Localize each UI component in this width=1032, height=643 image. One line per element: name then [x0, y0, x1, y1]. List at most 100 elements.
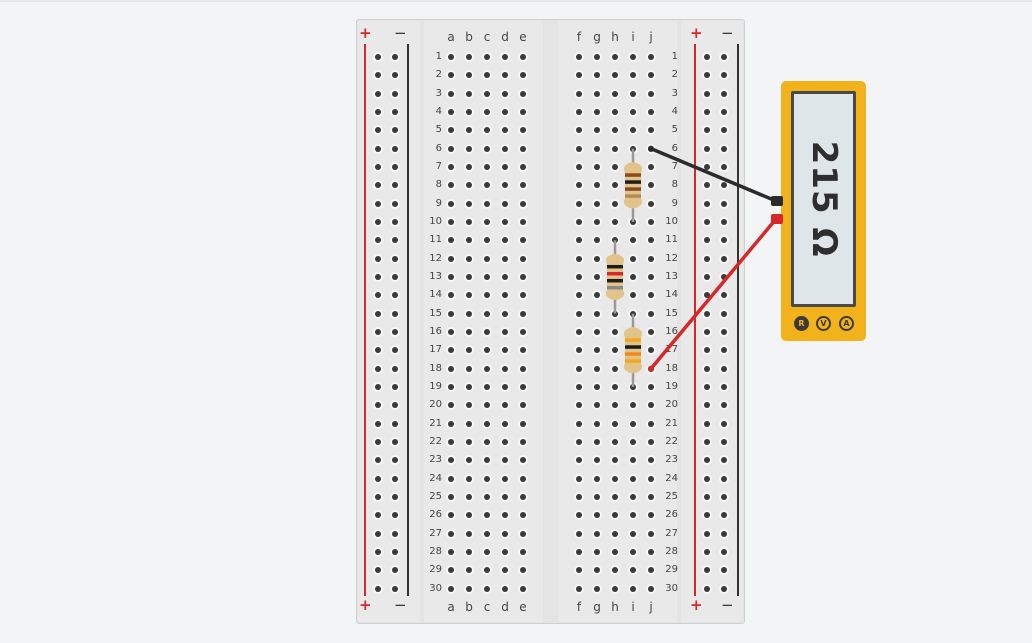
rail-hole[interactable] [721, 328, 727, 335]
rail-hole[interactable] [375, 218, 381, 225]
rail-hole[interactable] [392, 530, 398, 537]
breadboard-hole[interactable] [648, 90, 654, 97]
breadboard-hole[interactable] [484, 493, 490, 500]
breadboard-hole[interactable] [520, 108, 526, 115]
breadboard-hole[interactable] [594, 310, 600, 317]
breadboard-hole[interactable] [484, 585, 490, 592]
rail-hole[interactable] [375, 200, 381, 207]
breadboard-hole[interactable] [594, 585, 600, 592]
breadboard-hole[interactable] [466, 438, 472, 445]
breadboard-hole[interactable] [576, 145, 582, 152]
rail-hole[interactable] [375, 54, 381, 60]
rail-hole[interactable] [721, 420, 727, 427]
rail-hole[interactable] [375, 548, 381, 555]
breadboard-hole[interactable] [612, 163, 618, 170]
breadboard-hole[interactable] [484, 310, 490, 317]
rail-hole[interactable] [392, 310, 398, 317]
rail-hole[interactable] [392, 218, 398, 225]
breadboard-hole[interactable] [448, 383, 454, 390]
breadboard-hole[interactable] [520, 145, 526, 152]
breadboard-hole[interactable] [502, 365, 508, 372]
breadboard-hole[interactable] [594, 108, 600, 115]
breadboard-hole[interactable] [448, 163, 454, 170]
breadboard-hole[interactable] [576, 54, 582, 60]
breadboard-hole[interactable] [466, 530, 472, 537]
breadboard-hole[interactable] [520, 54, 526, 60]
breadboard-hole[interactable] [576, 328, 582, 335]
rail-hole[interactable] [375, 145, 381, 152]
rail-hole[interactable] [392, 200, 398, 207]
breadboard-hole[interactable] [484, 548, 490, 555]
rail-hole[interactable] [704, 530, 710, 537]
breadboard-hole[interactable] [594, 493, 600, 500]
breadboard-hole[interactable] [576, 310, 582, 317]
breadboard-hole[interactable] [648, 475, 654, 482]
rail-hole[interactable] [704, 108, 710, 115]
breadboard-hole[interactable] [484, 365, 490, 372]
breadboard-hole[interactable] [648, 255, 654, 262]
multimeter[interactable]: 215 Ω R V A [781, 81, 866, 341]
breadboard-hole[interactable] [630, 383, 636, 390]
breadboard-hole[interactable] [466, 475, 472, 482]
rail-hole[interactable] [392, 585, 398, 592]
rail-hole[interactable] [721, 273, 727, 280]
rail-hole[interactable] [704, 585, 710, 592]
rail-hole[interactable] [704, 54, 710, 60]
rail-hole[interactable] [721, 493, 727, 500]
breadboard-hole[interactable] [448, 420, 454, 427]
breadboard-hole[interactable] [502, 200, 508, 207]
rail-hole[interactable] [721, 475, 727, 482]
breadboard-hole[interactable] [612, 383, 618, 390]
breadboard-hole[interactable] [630, 273, 636, 280]
breadboard-hole[interactable] [612, 273, 618, 280]
breadboard-hole[interactable] [630, 200, 636, 207]
rail-hole[interactable] [375, 90, 381, 97]
breadboard-hole[interactable] [612, 90, 618, 97]
breadboard-hole[interactable] [576, 475, 582, 482]
breadboard-hole[interactable] [648, 200, 654, 207]
rail-hole[interactable] [375, 475, 381, 482]
breadboard-hole[interactable] [502, 585, 508, 592]
breadboard-hole[interactable] [594, 273, 600, 280]
rail-hole[interactable] [721, 438, 727, 445]
breadboard-hole[interactable] [448, 200, 454, 207]
breadboard-hole[interactable] [648, 328, 654, 335]
rail-hole[interactable] [721, 310, 727, 317]
rail-hole[interactable] [721, 90, 727, 97]
breadboard-hole[interactable] [594, 438, 600, 445]
rail-hole[interactable] [375, 365, 381, 372]
breadboard-hole[interactable] [520, 365, 526, 372]
breadboard-hole[interactable] [520, 310, 526, 317]
rail-hole[interactable] [392, 438, 398, 445]
breadboard-hole[interactable] [612, 420, 618, 427]
breadboard-hole[interactable] [448, 145, 454, 152]
breadboard-hole[interactable] [502, 383, 508, 390]
breadboard-hole[interactable] [466, 383, 472, 390]
mode-current-button[interactable]: A [839, 316, 854, 331]
rail-hole[interactable] [704, 218, 710, 225]
rail-hole[interactable] [721, 255, 727, 262]
rail-hole[interactable] [375, 255, 381, 262]
breadboard-hole[interactable] [520, 255, 526, 262]
breadboard-hole[interactable] [576, 163, 582, 170]
rail-hole[interactable] [392, 273, 398, 280]
breadboard-hole[interactable] [448, 218, 454, 225]
breadboard-hole[interactable] [594, 475, 600, 482]
rail-hole[interactable] [721, 108, 727, 115]
breadboard-hole[interactable] [576, 273, 582, 280]
breadboard-hole[interactable] [630, 530, 636, 537]
breadboard-hole[interactable] [630, 548, 636, 555]
breadboard-hole[interactable] [520, 420, 526, 427]
breadboard-hole[interactable] [484, 108, 490, 115]
breadboard-hole[interactable] [448, 90, 454, 97]
rail-hole[interactable] [721, 383, 727, 390]
rail-hole[interactable] [704, 200, 710, 207]
breadboard-hole[interactable] [594, 145, 600, 152]
breadboard-hole[interactable] [612, 255, 618, 262]
breadboard-hole[interactable] [466, 420, 472, 427]
breadboard-hole[interactable] [576, 218, 582, 225]
breadboard-hole[interactable] [484, 438, 490, 445]
breadboard-hole[interactable] [576, 383, 582, 390]
rail-hole[interactable] [392, 548, 398, 555]
breadboard-hole[interactable] [484, 255, 490, 262]
